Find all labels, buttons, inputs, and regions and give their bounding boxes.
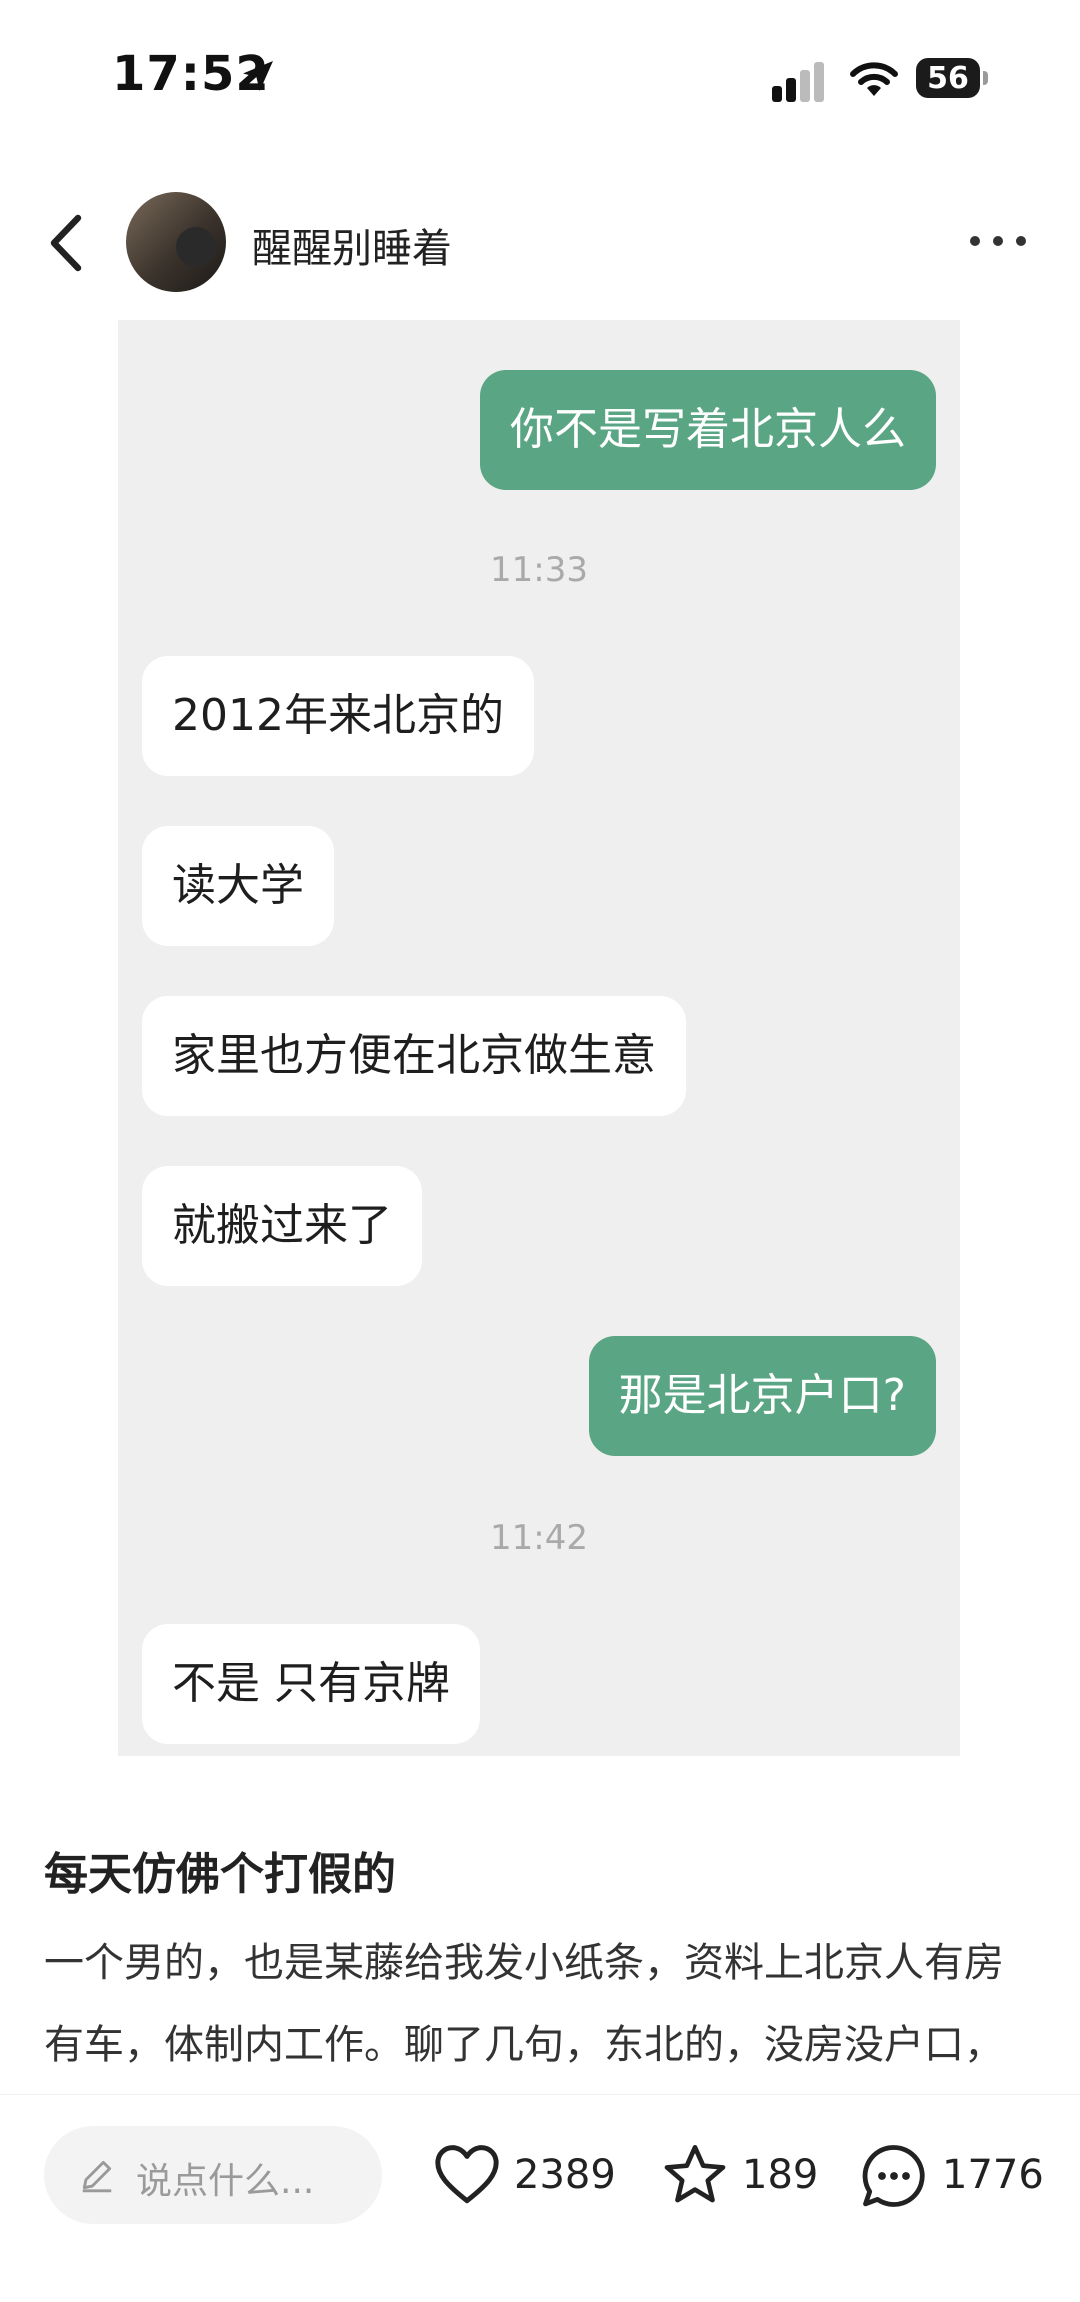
like-button[interactable]: 2389	[432, 2136, 616, 2216]
comment-input[interactable]: 说点什么...	[44, 2126, 382, 2224]
chat-bubble-outgoing: 你不是写着北京人么	[480, 370, 936, 490]
post-body: 一个男的，也是某藤给我发小纸条，资料上北京人有房有车，体制内工作。聊了几句，东北…	[44, 1940, 1004, 2068]
wifi-icon	[850, 62, 898, 96]
star-icon	[664, 2144, 726, 2203]
chat-bubble-incoming: 家里也方便在北京做生意	[142, 996, 686, 1116]
avatar[interactable]	[126, 192, 226, 292]
like-count: 2389	[514, 2152, 616, 2198]
chat-timestamp: 11:33	[490, 550, 588, 590]
chat-timestamp: 11:42	[490, 1518, 588, 1558]
chat-screenshot[interactable]: 你不是写着北京人么 11:33 2012年来北京的 读大学 家里也方便在北京做生…	[118, 320, 960, 1756]
comment-bubble-icon	[862, 2145, 925, 2207]
pencil-icon	[82, 2160, 112, 2193]
author-name[interactable]: 醒醒别睡着	[252, 216, 452, 274]
favorite-button[interactable]: 189	[660, 2136, 818, 2216]
more-options-button[interactable]	[966, 216, 1030, 266]
battery-percent: 56	[927, 61, 969, 96]
post-title: 每天仿佛个打假的	[44, 1849, 396, 1900]
chat-bubble-incoming: 读大学	[142, 826, 334, 946]
favorite-count: 189	[742, 2152, 819, 2198]
comment-button[interactable]: 1776	[858, 2136, 1044, 2216]
chat-bubble-incoming: 2012年来北京的	[142, 656, 534, 776]
chat-bubble-incoming: 不是 只有京牌	[142, 1624, 480, 1744]
location-arrow-icon	[243, 61, 273, 91]
cellular-signal-icon	[772, 62, 824, 102]
battery-icon: 56	[916, 58, 988, 100]
comment-placeholder: 说点什么...	[136, 2161, 315, 2202]
back-button[interactable]	[42, 208, 92, 278]
heart-icon	[435, 2145, 499, 2204]
chat-bubble-outgoing: 那是北京户口?	[588, 1336, 936, 1456]
comment-count: 1776	[942, 2152, 1044, 2198]
chat-bubble-incoming: 就搬过来了	[142, 1166, 422, 1286]
